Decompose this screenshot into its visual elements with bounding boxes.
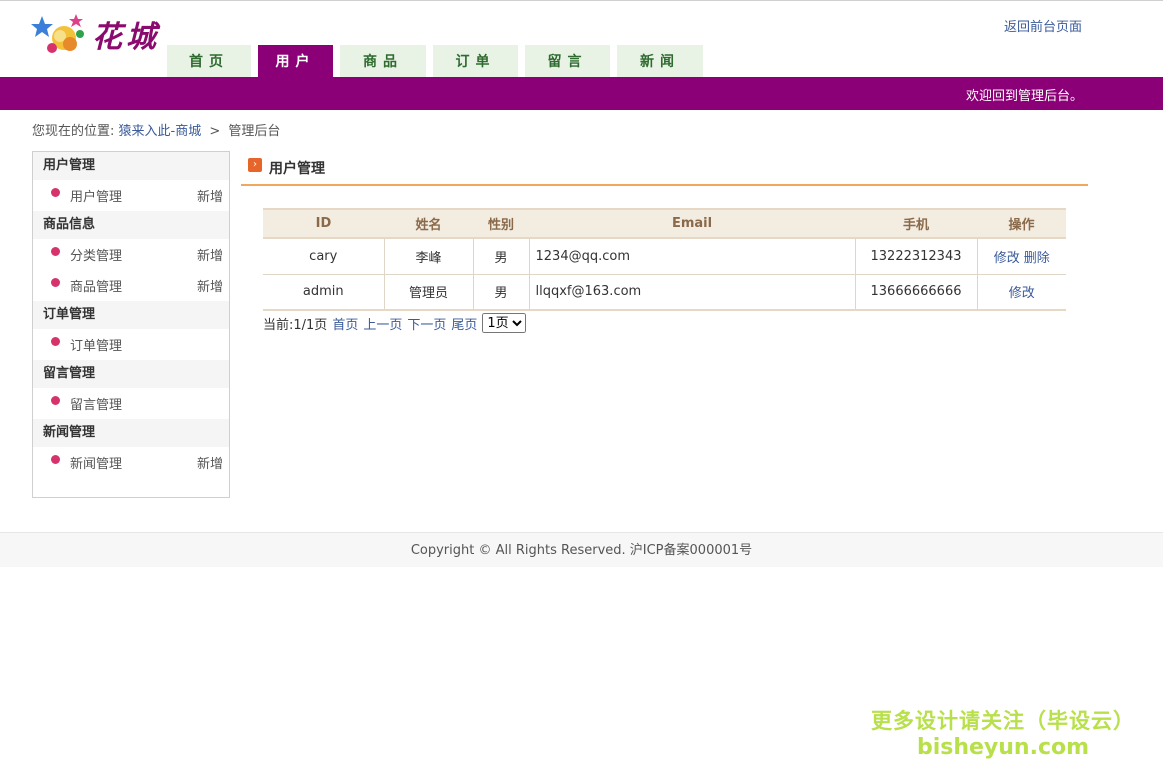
nav-tab[interactable]: 用户 bbox=[258, 45, 333, 77]
main-header: › 用户管理 bbox=[241, 152, 1088, 186]
top-border bbox=[0, 0, 1163, 1]
sidebar-item: 留言管理 bbox=[33, 388, 229, 419]
pager-first-link[interactable]: 首页 bbox=[332, 314, 358, 333]
site-logo[interactable]: 花城 bbox=[30, 10, 165, 60]
pagination: 当前:1/1页 首页 上一页 下一页 尾页 1页 bbox=[263, 313, 527, 333]
sidebar-item-link[interactable]: 订单管理 bbox=[70, 335, 223, 354]
cell-email: llqqxf@163.com bbox=[529, 274, 856, 311]
nav-tab[interactable]: 首页 bbox=[167, 45, 251, 77]
bullet-icon bbox=[51, 396, 60, 405]
welcome-text: 欢迎回到管理后台。 bbox=[965, 89, 1083, 104]
nav-tab[interactable]: 商品 bbox=[340, 45, 426, 77]
cell-id: cary bbox=[263, 238, 385, 275]
column-header: 操作 bbox=[977, 208, 1066, 239]
sidebar-item-link[interactable]: 商品管理 bbox=[70, 276, 197, 295]
sidebar-group-title: 留言管理 bbox=[33, 360, 229, 388]
column-header: 手机 bbox=[855, 208, 977, 239]
bullet-icon bbox=[51, 188, 60, 197]
sidebar-item: 用户管理 新增 bbox=[33, 180, 229, 211]
column-header: ID bbox=[263, 208, 384, 239]
page-title: 用户管理 bbox=[269, 161, 325, 177]
main-nav: 首页 用户 商品 订单 留言 新闻 bbox=[167, 45, 710, 77]
pager-last-link[interactable]: 尾页 bbox=[451, 314, 477, 333]
footer-copyright: Copyright © All Rights Reserved. 沪ICP备案0… bbox=[410, 543, 753, 558]
column-header: 姓名 bbox=[384, 208, 473, 239]
table-row: admin 管理员男 llqqxf@163.com 13666666666 修改 bbox=[263, 274, 1066, 311]
header-bar: 欢迎回到管理后台。 bbox=[0, 77, 1163, 110]
watermark-line2: bisheyun.com bbox=[916, 735, 1090, 760]
edit-link[interactable]: 修改 bbox=[994, 251, 1020, 266]
nav-tab[interactable]: 新闻 bbox=[617, 45, 703, 77]
sidebar-group-title: 新闻管理 bbox=[33, 419, 229, 447]
sidebar-item: 订单管理 bbox=[33, 329, 229, 360]
sidebar-add-link[interactable]: 新增 bbox=[197, 245, 223, 264]
breadcrumb-separator: > bbox=[209, 124, 221, 139]
sidebar-add-link[interactable]: 新增 bbox=[197, 276, 223, 295]
back-to-frontend-link[interactable]: 返回前台页面 bbox=[1004, 16, 1082, 35]
cell-id: admin bbox=[263, 274, 385, 311]
cell-ops: 修改 bbox=[977, 274, 1066, 311]
table-header-row: ID 姓名 性别 Email 手机 操作 bbox=[263, 208, 1066, 239]
cell-gender: 男 bbox=[473, 238, 530, 275]
sidebar-item-link[interactable]: 新闻管理 bbox=[70, 453, 197, 472]
breadcrumb-prefix: 您现在的位置: bbox=[32, 124, 115, 139]
column-header: 性别 bbox=[473, 208, 529, 239]
cell-phone: 13222312343 bbox=[855, 238, 978, 275]
bullet-icon bbox=[51, 337, 60, 346]
cell-gender: 男 bbox=[473, 274, 530, 311]
sidebar-item: 商品管理 新增 bbox=[33, 270, 229, 301]
sidebar-item-link[interactable]: 用户管理 bbox=[70, 186, 197, 205]
delete-link[interactable]: 删除 bbox=[1024, 251, 1050, 266]
sidebar-item-link[interactable]: 分类管理 bbox=[70, 245, 197, 264]
bullet-icon bbox=[51, 278, 60, 287]
sidebar: 用户管理 用户管理 新增 商品信息 分类管理 新增 商品管理 新增 订单管理 订单管理 留言管理 留言… bbox=[32, 151, 230, 498]
watermark: 更多设计请关注（毕设云） bisheyun.com bbox=[871, 705, 1135, 760]
sidebar-item: 新闻管理 新增 bbox=[33, 447, 229, 478]
pager-prev-link[interactable]: 上一页 bbox=[363, 314, 402, 333]
breadcrumb: 您现在的位置: 猿来入此-商城 > 管理后台 bbox=[32, 120, 280, 139]
pager-status: 当前:1/1页 bbox=[263, 317, 328, 333]
column-header: Email bbox=[529, 208, 855, 239]
edit-link[interactable]: 修改 bbox=[1009, 286, 1035, 301]
watermark-line1: 更多设计请关注（毕设云） bbox=[871, 709, 1135, 733]
breadcrumb-home-link[interactable]: 猿来入此-商城 bbox=[119, 124, 202, 139]
cell-ops: 修改 删除 bbox=[977, 238, 1066, 275]
sidebar-group-title: 订单管理 bbox=[33, 301, 229, 329]
table-row: cary 李峰男 1234@qq.com 13222312343 修改 删除 bbox=[263, 238, 1066, 275]
flower-logo-icon bbox=[31, 14, 84, 53]
footer: Copyright © All Rights Reserved. 沪ICP备案0… bbox=[0, 532, 1163, 567]
bullet-icon bbox=[51, 455, 60, 464]
bullet-icon bbox=[51, 247, 60, 256]
sidebar-group-title: 用户管理 bbox=[33, 152, 229, 180]
logo-text: 花城 bbox=[92, 20, 160, 55]
breadcrumb-current: 管理后台 bbox=[228, 124, 281, 139]
cell-name: 管理员 bbox=[384, 274, 474, 311]
user-table: ID 姓名 性别 Email 手机 操作 cary 李峰男 1234@qq.com 132223… bbox=[263, 208, 1066, 311]
nav-tab[interactable]: 留言 bbox=[525, 45, 610, 77]
cell-phone: 13666666666 bbox=[855, 274, 978, 311]
pager-next-link[interactable]: 下一页 bbox=[407, 314, 446, 333]
sidebar-add-link[interactable]: 新增 bbox=[197, 186, 223, 205]
nav-tab[interactable]: 订单 bbox=[433, 45, 518, 77]
sidebar-add-link[interactable]: 新增 bbox=[197, 453, 223, 472]
cell-email: 1234@qq.com bbox=[529, 238, 856, 275]
arrow-right-icon: › bbox=[248, 158, 262, 172]
cell-name: 李峰 bbox=[384, 238, 474, 275]
sidebar-item: 分类管理 新增 bbox=[33, 239, 229, 270]
sidebar-group-title: 商品信息 bbox=[33, 211, 229, 239]
sidebar-item-link[interactable]: 留言管理 bbox=[70, 394, 223, 413]
page-select[interactable]: 1页 bbox=[482, 313, 527, 333]
